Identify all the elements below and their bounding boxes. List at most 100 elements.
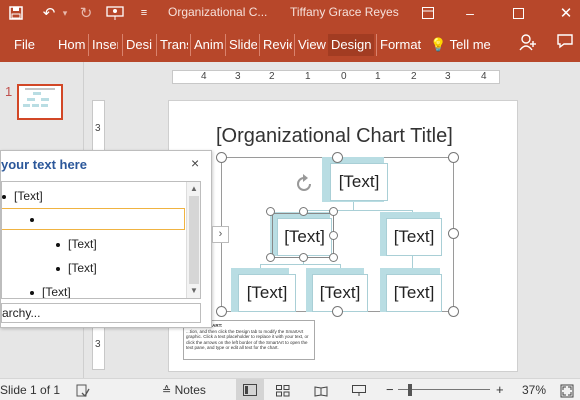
tab-view[interactable]: View [294,34,326,56]
shape-resize-handle[interactable] [329,231,338,240]
tab-transitions[interactable]: Transitions [156,34,188,56]
ruler-tick: 3 [235,71,241,82]
tab-home[interactable]: Home [58,34,85,56]
tab-design[interactable]: Design [122,34,152,56]
save-icon[interactable] [6,0,26,26]
maximize-icon[interactable] [510,0,526,26]
org-box-middle-right[interactable]: [Text] [386,218,442,256]
shape-resize-handle[interactable] [299,207,308,216]
resize-handle[interactable] [448,152,459,163]
ribbon-display-options-icon[interactable] [420,0,436,26]
shape-resize-handle[interactable] [329,253,338,262]
shape-resize-handle[interactable] [329,207,338,216]
org-box-bottom-3[interactable]: [Text] [386,274,442,312]
notes-icon: ≙ [162,385,172,397]
list-item-text: [Text] [68,237,97,251]
ruler-tick: 0 [341,71,347,82]
undo-dropdown-icon[interactable]: ▾ [60,0,70,26]
scroll-up-icon[interactable]: ▲ [190,184,198,193]
ruler-tick: 4 [481,71,487,82]
list-item[interactable]: [Text] [56,258,97,278]
text-pane-close-icon[interactable]: × [191,155,199,171]
list-item[interactable]: [Text] [56,234,97,254]
status-bar: Slide 1 of 1 ≙ Notes − + 37% [0,378,580,400]
tab-slide-show[interactable]: Slide Show [225,34,257,56]
document-title: Organizational C... [168,5,268,19]
resize-handle[interactable] [332,152,343,163]
text-pane-toggle-button[interactable]: › [212,226,229,243]
text-pane-scrollbar[interactable]: ▲ ▼ [186,182,200,298]
bullet-icon [56,266,60,271]
tab-insert[interactable]: Insert [88,34,118,56]
tab-format[interactable]: Format [376,34,422,56]
slide-thumbnail[interactable] [17,84,63,120]
title-bar: ↶ ▾ ↻ ≡ Organizational C... Tiffany Grac… [0,0,580,26]
tab-review[interactable]: Review [259,34,292,56]
bullet-icon [30,217,34,222]
close-window-icon[interactable]: ✕ [558,0,574,26]
org-box-bottom-1[interactable]: [Text] [238,274,296,312]
undo-icon[interactable]: ↶ [40,0,58,26]
tab-animations[interactable]: Animations [190,34,223,56]
notes-button[interactable]: ≙ Notes [162,379,206,400]
resize-handle[interactable] [448,306,459,317]
rotate-handle-icon[interactable] [293,173,315,195]
fit-to-window-icon[interactable] [560,379,574,400]
resize-handle[interactable] [216,306,227,317]
zoom-out-button[interactable]: − [386,379,394,400]
user-name[interactable]: Tiffany Grace Reyes [290,5,399,19]
text-pane-learn-more[interactable]: archy... [1,303,201,323]
scrollbar-thumb[interactable] [189,196,199,284]
share-user-icon[interactable] [518,32,540,56]
redo-icon[interactable]: ↻ [77,0,95,26]
shape-resize-handle[interactable] [266,207,275,216]
customize-toolbar-icon[interactable]: ≡ [138,0,150,26]
resize-handle[interactable] [216,152,227,163]
list-item[interactable] [30,209,42,229]
slide-show-icon[interactable] [352,379,366,400]
bullet-icon [30,290,34,295]
ruler-tick: 1 [375,71,381,82]
text-pane-edit-field[interactable] [2,208,185,230]
bullet-icon [56,242,60,247]
ribbon-tab-bar: File Home Insert Design Transitions Anim… [0,26,580,62]
connector-line [303,210,413,211]
ruler-tick: 3 [95,339,101,350]
comments-icon[interactable] [556,32,576,56]
ruler-tick: 3 [95,123,101,134]
selected-shape-outline [272,213,334,258]
tell-me-search[interactable]: 💡 Tell me [430,34,491,56]
smartart-text-pane: your text here × [Text] [Text] [Text] [T… [0,150,212,328]
shape-resize-handle[interactable] [266,253,275,262]
slide-title[interactable]: [Organizational Chart Title] [216,125,453,148]
tab-file[interactable]: File [14,34,38,56]
resize-handle[interactable] [448,228,459,239]
shape-resize-handle[interactable] [299,253,308,262]
slide-count: Slide 1 of 1 [0,383,61,397]
spelling-check-icon[interactable] [76,379,90,400]
minimize-icon[interactable]: – [462,0,478,26]
bullet-icon [2,194,6,199]
scroll-down-icon[interactable]: ▼ [190,286,198,295]
present-from-start-icon[interactable] [104,0,126,26]
slide-sorter-icon[interactable] [276,379,290,400]
slide-number: 1 [5,84,13,99]
ruler-tick: 2 [269,71,275,82]
reading-view-icon[interactable] [314,379,328,400]
normal-view-icon[interactable] [236,379,264,400]
zoom-in-button[interactable]: + [496,379,504,400]
list-item[interactable]: [Text] [30,282,71,299]
org-box-top[interactable]: [Text] [330,163,388,201]
tell-me-label: Tell me [449,37,491,52]
text-pane-header: your text here [1,157,87,172]
resize-handle[interactable] [332,306,343,317]
ruler-tick: 3 [445,71,451,82]
text-pane-list: [Text] [Text] [Text] [Text] ▲ ▼ [1,181,201,299]
tab-smartart-design[interactable]: Design [328,34,374,56]
list-item[interactable]: [Text] [2,186,43,206]
zoom-level[interactable]: 37% [522,379,546,400]
list-item-text: [Text] [42,285,71,299]
ruler-tick: 2 [411,71,417,82]
zoom-slider-thumb[interactable] [408,384,412,396]
ruler-tick: 1 [305,71,311,82]
